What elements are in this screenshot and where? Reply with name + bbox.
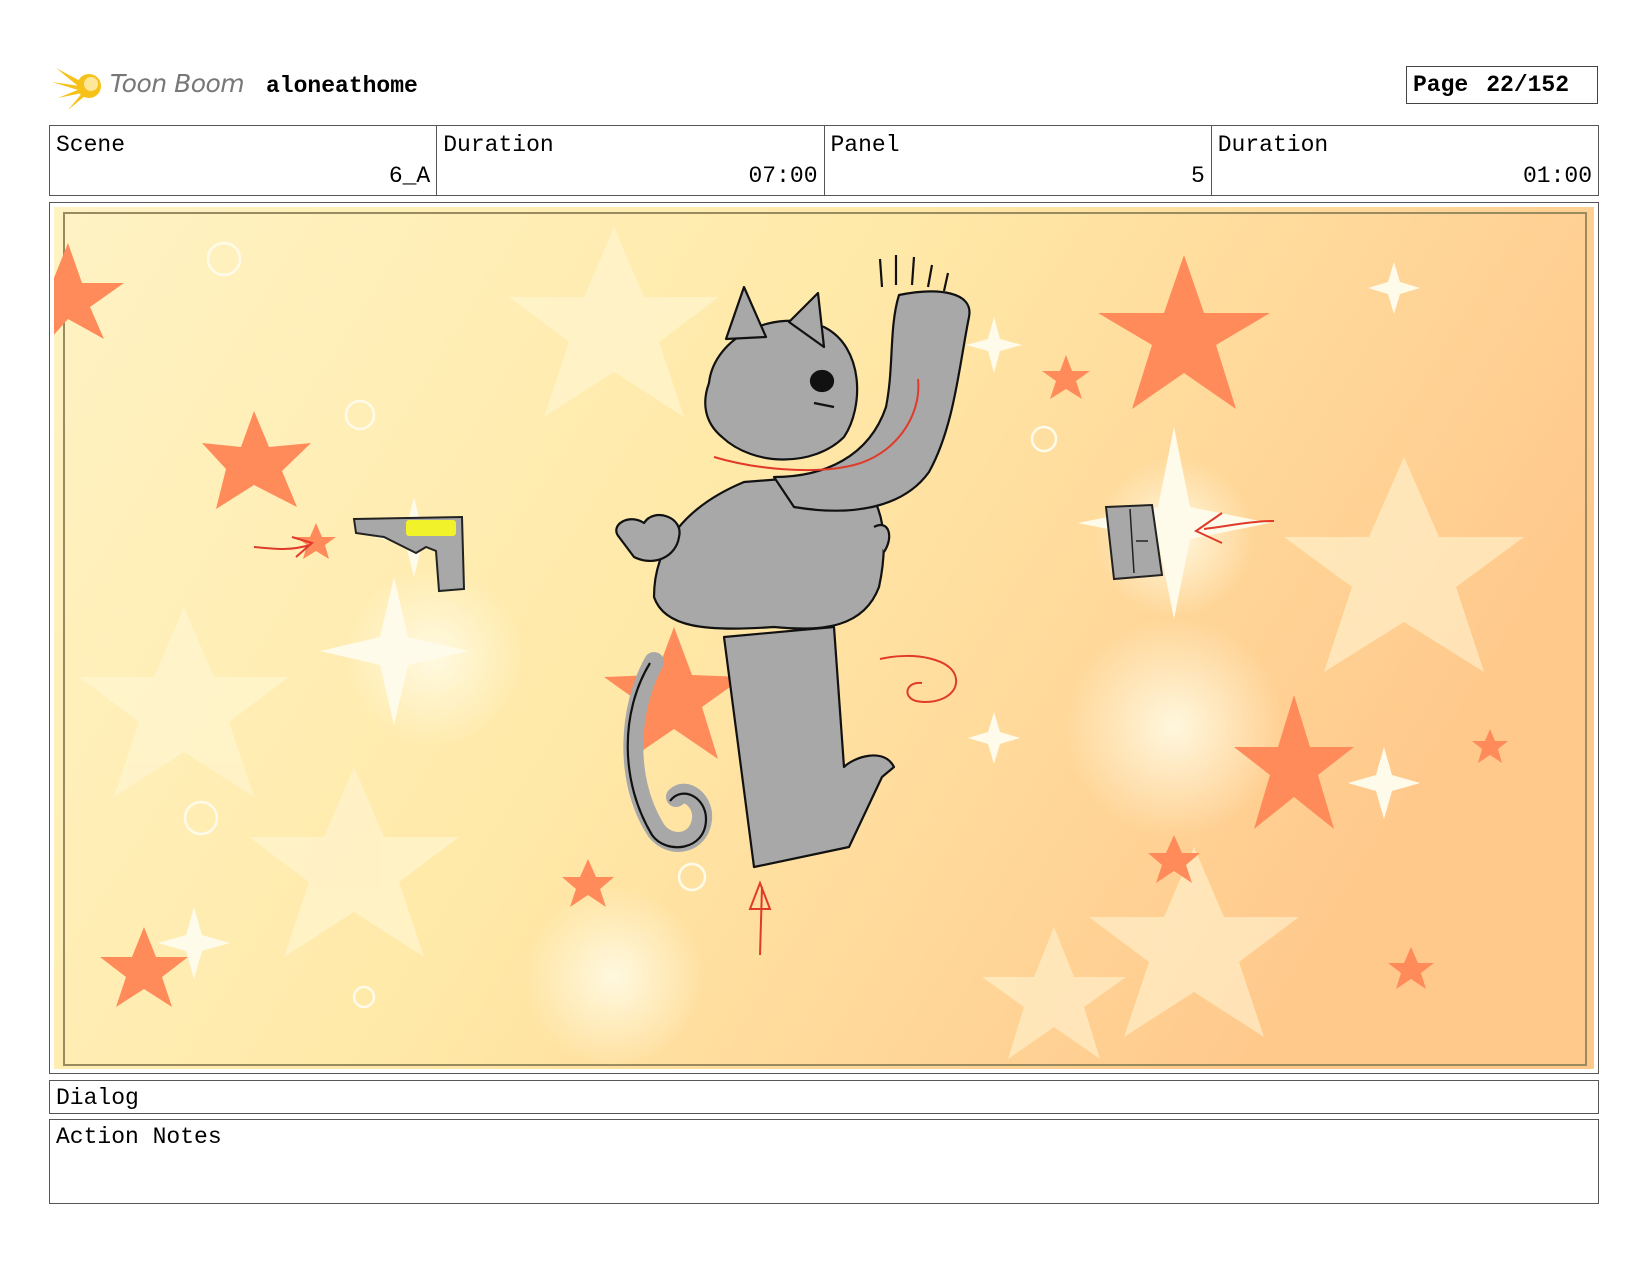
scene-label: Scene	[56, 132, 126, 158]
page-label: Page	[1413, 72, 1469, 98]
door-icon	[1104, 503, 1164, 581]
glow	[1064, 617, 1284, 837]
panel-cell: Panel 5	[825, 126, 1212, 195]
scene-duration-label: Duration	[443, 132, 554, 158]
action-notes-label: Action Notes	[56, 1124, 222, 1150]
logo-burst-icon	[52, 68, 101, 110]
glow	[524, 887, 704, 1067]
panel-duration-value: 01:00	[1522, 163, 1592, 189]
scene-duration-cell: Duration 07:00	[437, 126, 825, 195]
scene-duration-value: 07:00	[748, 163, 818, 189]
dialog-label: Dialog	[56, 1085, 139, 1111]
panel-label: Panel	[830, 132, 900, 158]
dialog-box: Dialog	[49, 1080, 1599, 1114]
panel-duration-label: Duration	[1217, 132, 1329, 158]
scene-info-table: Scene 6_A Duration 07:00 Panel 5 Duratio…	[49, 125, 1599, 196]
scene-value: 6_A	[388, 163, 431, 189]
panel-value: 5	[1190, 163, 1205, 189]
logo-text: Toon Boom	[110, 69, 245, 98]
action-notes-box: Action Notes	[49, 1119, 1599, 1204]
page-indicator: Page 22/152	[1406, 66, 1598, 104]
page-number: 22/152	[1486, 72, 1570, 98]
storyboard-panel	[49, 202, 1599, 1074]
scene-cell: Scene 6_A	[50, 126, 438, 195]
panel-duration-cell: Duration 01:00	[1212, 126, 1598, 195]
project-name: aloneathome	[266, 73, 418, 99]
panel-artwork	[54, 207, 1594, 1069]
toon-boom-logo: Toon Boom	[52, 58, 252, 114]
